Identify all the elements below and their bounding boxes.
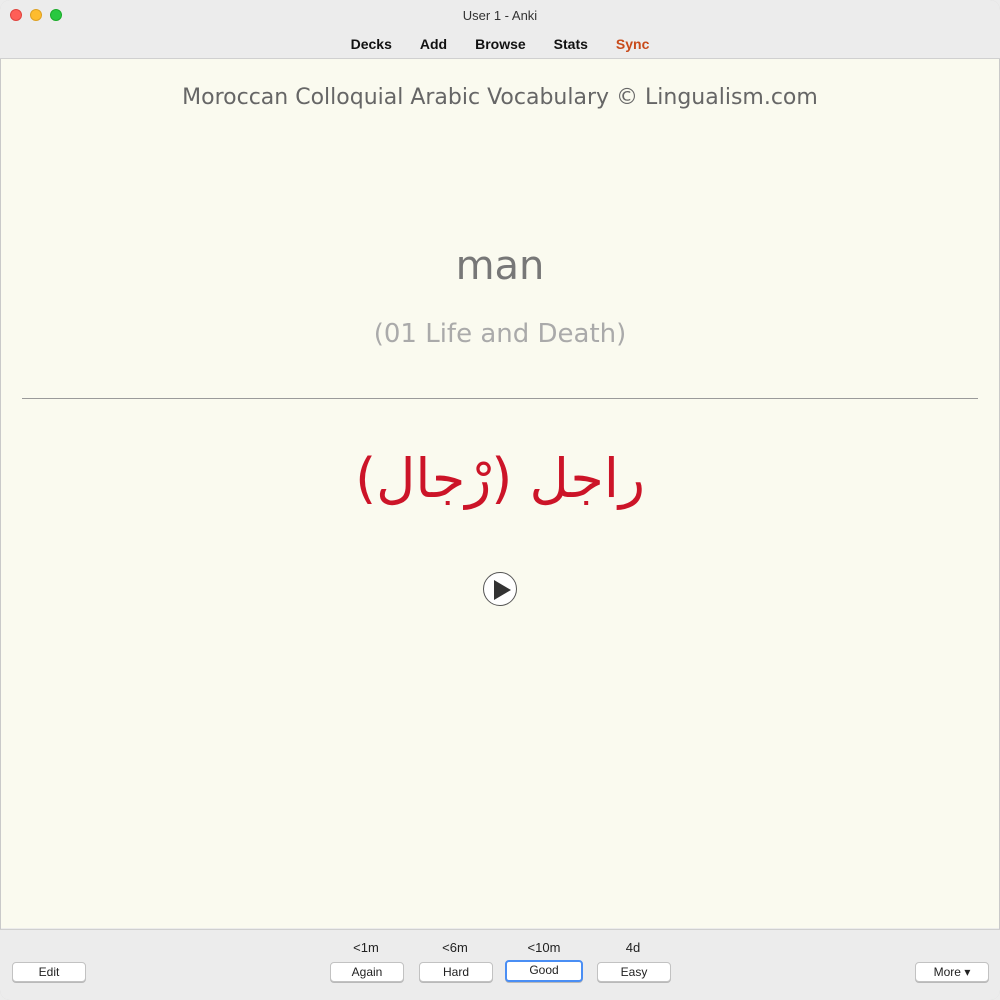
- card-back-arabic: راجل (رْجال): [355, 447, 645, 510]
- anki-window: User 1 - Anki Decks Add Browse Stats Syn…: [0, 0, 1000, 1000]
- again-interval: <1m: [353, 940, 379, 955]
- card-category: (01 Life and Death): [373, 319, 627, 349]
- card-front-word: man: [455, 243, 545, 289]
- title-bar: User 1 - Anki: [0, 0, 1000, 30]
- toolbar-browse[interactable]: Browse: [461, 36, 540, 52]
- play-icon: [494, 580, 511, 600]
- card-view: Moroccan Colloquial Arabic Vocabulary © …: [1, 59, 999, 928]
- hard-button[interactable]: Hard: [419, 962, 493, 982]
- easy-button[interactable]: Easy: [597, 962, 671, 982]
- deck-title: Moroccan Colloquial Arabic Vocabulary © …: [182, 85, 818, 110]
- toolbar-add[interactable]: Add: [406, 36, 461, 52]
- easy-interval: 4d: [625, 940, 641, 955]
- answer-divider: [22, 398, 978, 399]
- close-window-button[interactable]: [10, 9, 22, 21]
- main-toolbar: Decks Add Browse Stats Sync: [0, 30, 1000, 59]
- minimize-window-button[interactable]: [30, 9, 42, 21]
- good-interval: <10m: [527, 940, 561, 955]
- toolbar-stats[interactable]: Stats: [540, 36, 602, 52]
- window-title: User 1 - Anki: [462, 7, 538, 23]
- hard-interval: <6m: [442, 940, 468, 955]
- again-button[interactable]: Again: [330, 962, 404, 982]
- toolbar-sync[interactable]: Sync: [602, 36, 663, 52]
- more-button[interactable]: More ▾: [915, 962, 989, 982]
- play-audio-button[interactable]: [483, 572, 517, 606]
- window-controls: [10, 9, 62, 21]
- good-button[interactable]: Good: [505, 960, 583, 982]
- zoom-window-button[interactable]: [50, 9, 62, 21]
- answer-bar: Edit <1m Again <6m Hard <10m Good 4d Eas…: [0, 929, 1000, 1000]
- toolbar-decks[interactable]: Decks: [337, 36, 406, 52]
- edit-button[interactable]: Edit: [12, 962, 86, 982]
